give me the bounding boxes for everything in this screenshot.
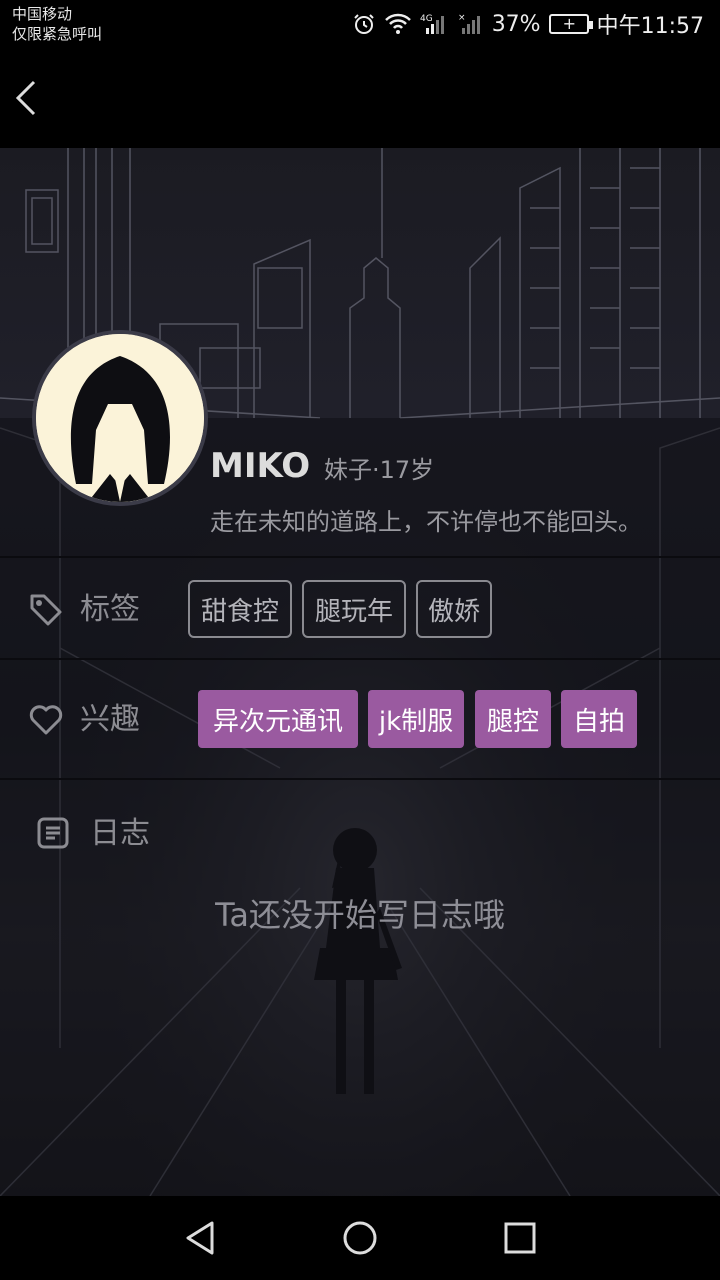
divider [0,556,720,558]
battery-percent: 37% [491,11,541,37]
avatar-image [36,334,204,502]
status-icons: 4G × 37% + 中午11:57 [352,8,704,40]
document-icon [37,817,69,849]
tag-icon [30,594,62,626]
divider [0,778,720,780]
user-motto: 走在未知的道路上，不许停也不能回头。 [210,508,642,536]
alarm-icon [353,14,374,34]
tags-label: 标签 [80,592,140,627]
user-name: MIKO [210,446,311,486]
battery-icon: + [548,14,593,34]
back-button[interactable] [6,74,46,122]
square-recents-icon [504,1222,536,1254]
interest-chip[interactable]: 自拍 [561,690,637,748]
diary-label: 日志 [90,816,150,851]
signal-icon: × [458,13,480,34]
clock: 中午11:57 [596,14,704,39]
top-toolbar [0,48,720,148]
interests-section: 兴趣 异次元通讯 jk制服 腿控 自拍 [0,670,720,770]
user-gender-age: 妹子·17岁 [324,456,435,484]
interest-chip[interactable]: 腿控 [475,690,551,748]
diary-empty-message: Ta还没开始写日志哦 [215,896,505,934]
wifi-icon [384,13,411,34]
svg-text:4G: 4G [420,14,433,24]
nav-home-button[interactable] [338,1216,382,1260]
signal-4g-icon: 4G [420,14,444,34]
carrier-info: 中国移动 仅限紧急呼叫 [12,4,102,44]
system-nav-bar [0,1196,720,1280]
tag-chip[interactable]: 甜食控 [188,580,292,638]
chevron-left-icon [15,80,36,116]
status-bar: 中国移动 仅限紧急呼叫 4G × 37% + 中午11:57 [0,0,720,48]
heart-icon [29,705,63,735]
interest-chip[interactable]: 异次元通讯 [198,690,358,748]
tag-chip[interactable]: 腿玩年 [302,580,406,638]
carrier-name: 中国移动 [12,5,73,23]
tags-section: 标签 甜食控 腿玩年 傲娇 [0,560,720,660]
profile-content: MIKO 妹子·17岁 走在未知的道路上，不许停也不能回头。 标签 甜食控 腿玩… [0,148,720,1196]
svg-text:×: × [458,13,466,23]
tag-chip[interactable]: 傲娇 [416,580,492,638]
triangle-back-icon [186,1221,214,1255]
avatar[interactable] [32,330,208,506]
circle-home-icon [343,1221,377,1255]
interests-label: 兴趣 [80,702,140,737]
interest-chip[interactable]: jk制服 [368,690,464,748]
diary-section: 日志 [0,788,720,888]
divider [0,658,720,660]
carrier-note: 仅限紧急呼叫 [12,25,103,43]
nav-back-button[interactable] [178,1216,222,1260]
nav-recents-button[interactable] [498,1216,542,1260]
